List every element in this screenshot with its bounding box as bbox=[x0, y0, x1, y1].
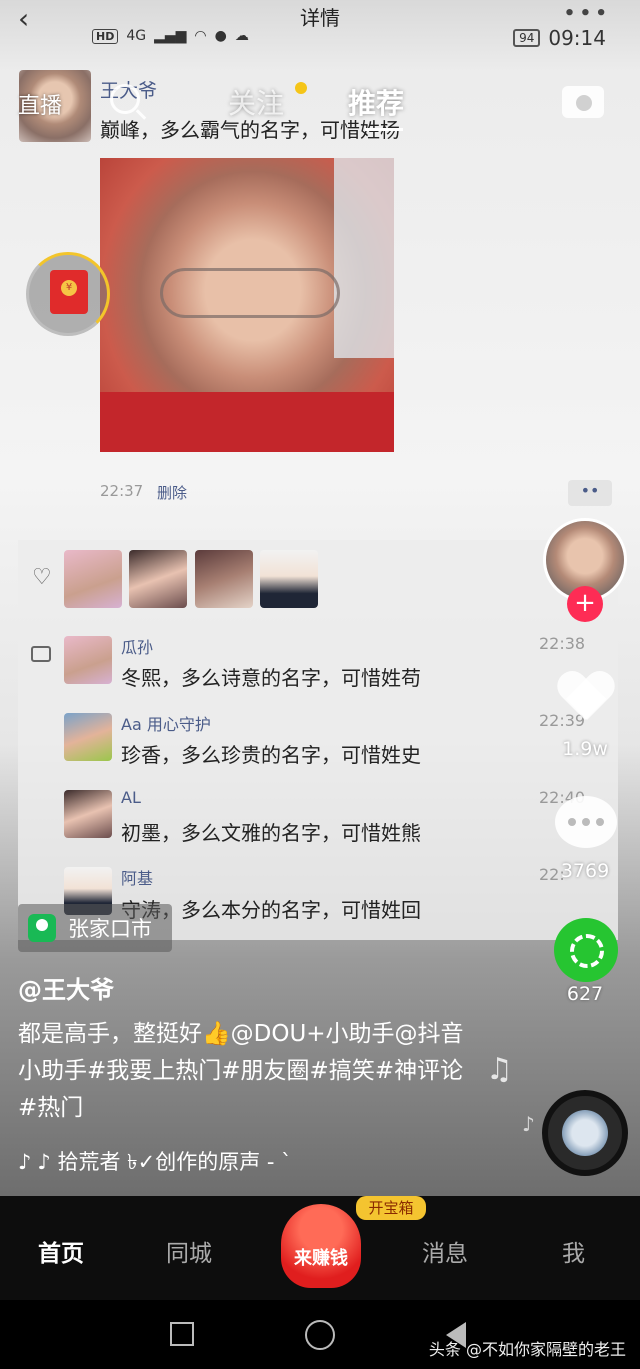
home-icon[interactable] bbox=[305, 1320, 335, 1350]
tab-following[interactable]: 关注 bbox=[228, 82, 284, 122]
nav-nearby[interactable]: 同城 bbox=[166, 1234, 212, 1268]
location-pin-icon bbox=[28, 914, 56, 942]
music-title[interactable]: ♪ ♪ 拾荒者 ৳✓创作的原声 - ` bbox=[18, 1146, 378, 1181]
like-button-icon[interactable] bbox=[557, 672, 615, 730]
like-count: 1.9w bbox=[562, 738, 608, 760]
music-text: ♪ 拾荒者 ৳✓创作的原声 - ` bbox=[37, 1150, 292, 1174]
red-envelope-icon[interactable] bbox=[50, 270, 88, 314]
nav-me[interactable]: 我 bbox=[562, 1234, 585, 1268]
nav-home[interactable]: 首页 bbox=[38, 1234, 84, 1268]
cloud-icon: ☁ bbox=[234, 28, 249, 44]
comment-author: Aa 用心守护 bbox=[121, 715, 211, 734]
clock: 09:14 bbox=[548, 26, 606, 50]
treasure-box-badge[interactable]: 开宝箱 bbox=[356, 1196, 426, 1220]
signal-icon: ▂▄▆ bbox=[154, 28, 187, 44]
like-avatar bbox=[64, 550, 122, 608]
post-more-icon: •• bbox=[568, 480, 612, 506]
comment-author: AL bbox=[121, 788, 141, 807]
video-caption: 都是高手，整挺好👍@DOU+小助手@抖音小助手#我要上热门#朋友圈#搞笑#神评论… bbox=[18, 1021, 464, 1121]
post-delete-link: 删除 bbox=[157, 484, 188, 502]
post-time: 22:37 bbox=[100, 482, 144, 500]
location-tag[interactable]: 张家口市 bbox=[18, 904, 172, 952]
comment-text: 珍香，多么珍贵的名字，可惜姓史 bbox=[121, 743, 421, 767]
music-disc-icon[interactable] bbox=[542, 1090, 628, 1176]
like-heart-icon: ♡ bbox=[32, 565, 52, 590]
location-text: 张家口市 bbox=[68, 917, 152, 941]
top-navigation: 直播 关注 推荐 bbox=[0, 70, 640, 131]
active-tab-indicator bbox=[365, 128, 403, 131]
comment-text: 初墨，多么文雅的名字，可惜姓熊 bbox=[121, 821, 421, 845]
post-photo bbox=[100, 158, 394, 452]
like-avatar bbox=[129, 550, 187, 608]
comment-avatar bbox=[64, 790, 112, 838]
comment-time: 22:38 bbox=[539, 634, 586, 653]
chat-icon: ● bbox=[214, 28, 227, 44]
comment-button-icon[interactable] bbox=[555, 796, 617, 848]
comment-author: 阿基 bbox=[121, 869, 154, 888]
hd-badge: HD bbox=[92, 28, 119, 44]
music-note-icon: ♪ bbox=[522, 1112, 535, 1136]
video-stage[interactable]: ‹ 详情 ∙∙∙ HD 4G ▂▄▆ ◠ ● ☁ 94 09:14 王大爷 巅峰… bbox=[0, 0, 640, 1200]
bottom-navigation: 首页 同城 来赚钱 开宝箱 消息 我 bbox=[0, 1196, 640, 1300]
wifi-icon: ◠ bbox=[194, 28, 207, 44]
music-note-icon: ♫ bbox=[486, 1052, 513, 1087]
video-author[interactable]: @王大爷 bbox=[18, 970, 114, 1005]
comment-avatar bbox=[64, 636, 112, 684]
comment-count: 3769 bbox=[560, 860, 610, 882]
tab-recommended[interactable]: 推荐 bbox=[348, 82, 404, 122]
comment-avatar bbox=[64, 713, 112, 761]
network-type: 4G bbox=[126, 28, 147, 44]
share-button-icon[interactable] bbox=[554, 918, 618, 982]
like-avatar bbox=[195, 550, 253, 608]
new-content-dot bbox=[295, 82, 307, 94]
earn-money-label[interactable]: 来赚钱 bbox=[281, 1244, 361, 1270]
comment-author: 瓜孙 bbox=[121, 638, 154, 657]
comment-bubble-icon bbox=[31, 646, 51, 662]
system-navigation: 头条 @不如你家隔壁的老王 bbox=[0, 1300, 640, 1369]
share-count: 627 bbox=[566, 983, 604, 1005]
douyin-logo-icon: ♪ bbox=[18, 1150, 32, 1174]
live-button[interactable]: 直播 bbox=[18, 88, 62, 120]
search-icon[interactable] bbox=[110, 84, 140, 114]
comment-text: 冬熙，多么诗意的名字，可惜姓苟 bbox=[121, 666, 421, 690]
nav-messages[interactable]: 消息 bbox=[422, 1234, 468, 1268]
watermark: 头条 @不如你家隔壁的老王 bbox=[428, 1340, 626, 1359]
battery-icon: 94 bbox=[513, 29, 541, 47]
like-avatar bbox=[260, 550, 318, 608]
follow-plus-button[interactable]: + bbox=[567, 586, 603, 622]
original-statusbar: HD 4G ▂▄▆ ◠ ● ☁ 94 09:14 bbox=[0, 24, 640, 52]
recents-icon[interactable] bbox=[170, 1322, 194, 1346]
more-dots-icon: ∙∙∙ bbox=[562, 0, 610, 25]
camera-icon[interactable] bbox=[562, 86, 604, 118]
